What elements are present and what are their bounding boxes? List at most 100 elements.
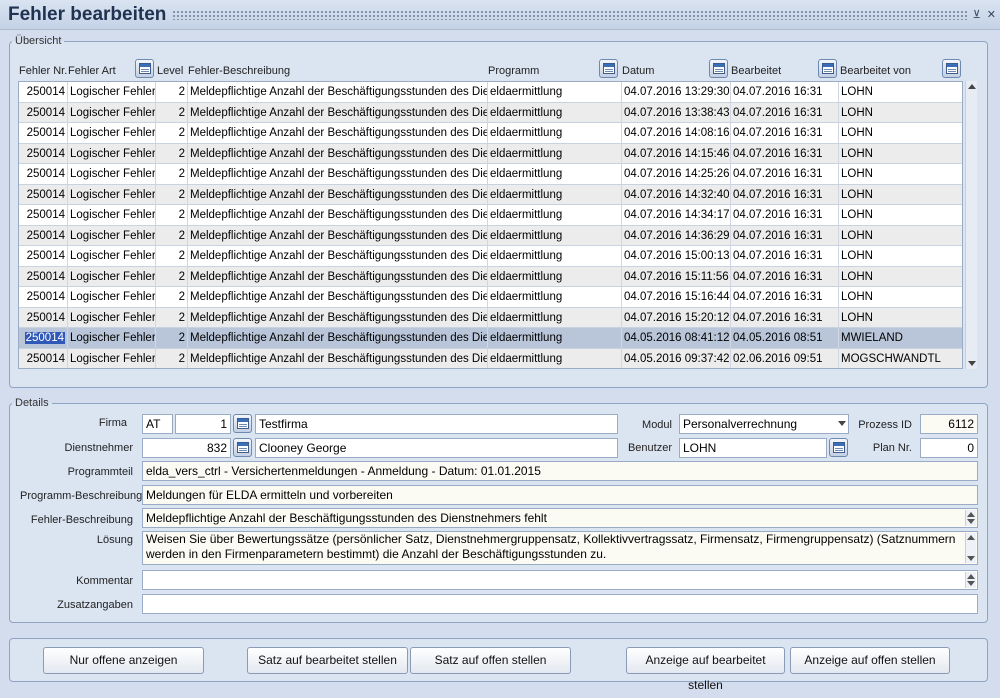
calendar-icon xyxy=(237,442,249,453)
zusatz-field[interactable] xyxy=(142,594,978,614)
title-bar: Fehler bearbeiten ⊻ ✕ xyxy=(0,0,1000,30)
firma-country-field[interactable]: AT xyxy=(142,414,173,434)
col-header-art[interactable]: Fehler Art xyxy=(68,65,116,77)
table-scrollbar[interactable] xyxy=(965,81,977,369)
kommentar-field[interactable] xyxy=(142,570,978,590)
scroll-down-icon[interactable] xyxy=(967,519,975,524)
table-row[interactable]: 250014 Logischer Fehler 2 Meldepflichtige A… xyxy=(19,246,962,267)
firma-lookup-button[interactable] xyxy=(233,414,252,433)
benutzer-lookup-button[interactable] xyxy=(829,438,848,457)
overview-legend: Übersicht xyxy=(15,35,62,47)
filter-datum-button[interactable] xyxy=(709,59,728,78)
cell-art: Logischer Fehler xyxy=(68,82,156,102)
calendar-icon xyxy=(833,442,845,453)
col-header-von[interactable]: Bearbeitet von xyxy=(840,65,911,77)
close-icon[interactable]: ✕ xyxy=(987,9,996,21)
selected-value[interactable]: 250014 xyxy=(24,332,65,344)
scroll-down-icon[interactable] xyxy=(967,581,975,586)
table-row[interactable]: 250014 Logischer Fehler 2 Meldepflichtige A… xyxy=(19,225,962,246)
scroll-up-icon[interactable] xyxy=(967,535,975,540)
scroll-down-icon[interactable] xyxy=(968,361,976,366)
cell-nr: 250014 xyxy=(19,143,68,164)
plan-nr-field[interactable]: 0 xyxy=(920,438,978,458)
kommentar-scroll[interactable] xyxy=(965,572,976,588)
cell-datum: 04.07.2016 15:16:44 xyxy=(622,287,731,307)
cell-von: MWIELAND xyxy=(841,332,903,344)
modul-label: Modul xyxy=(642,419,672,431)
anzeige-offen-button[interactable]: Anzeige auf offen stellen xyxy=(790,647,950,674)
cell-level: 2 xyxy=(156,143,188,164)
satz-offen-button[interactable]: Satz auf offen stellen xyxy=(410,647,571,674)
cell-nr: 250014 xyxy=(19,246,68,266)
scroll-up-icon[interactable] xyxy=(967,574,975,579)
cell-prog: eldaermittlung xyxy=(488,348,622,368)
satz-bearbeitet-button[interactable]: Satz auf bearbeitet stellen xyxy=(247,647,408,674)
table-row[interactable]: 250014 Logischer Fehler 2 Meldepflichtige A… xyxy=(19,205,962,226)
error-table[interactable]: 250014 Logischer Fehler 2 Meldepflichtige A… xyxy=(18,81,963,369)
cell-prog: eldaermittlung xyxy=(488,225,622,246)
cell-level: 2 xyxy=(156,123,188,143)
scroll-up-icon[interactable] xyxy=(968,84,976,89)
cell-art: Logischer Fehler xyxy=(68,348,156,368)
chevron-down-icon[interactable] xyxy=(838,421,846,426)
cell-art: Logischer Fehler xyxy=(68,287,156,307)
cell-von: LOHN xyxy=(841,106,873,119)
cell-level: 2 xyxy=(156,287,188,307)
cell-prog: eldaermittlung xyxy=(488,287,622,307)
cell-nr: 250014 xyxy=(19,82,68,102)
filter-bearbeitet-button[interactable] xyxy=(818,59,837,78)
fehlerdesc-scroll[interactable] xyxy=(965,510,976,526)
filter-von-button[interactable] xyxy=(942,59,961,78)
progdesc-field: Meldungen für ELDA ermitteln und vorbere… xyxy=(142,485,978,505)
scroll-up-icon[interactable] xyxy=(967,512,975,517)
modul-select[interactable]: Personalverrechnung xyxy=(679,414,849,434)
dn-lookup-button[interactable] xyxy=(233,438,252,457)
cell-bearbeitet: 04.07.2016 16:31 xyxy=(731,266,839,287)
cell-bearbeitet: 04.07.2016 16:31 xyxy=(731,123,839,143)
table-row[interactable]: 250014 Logischer Fehler 2 Meldepflichtige A… xyxy=(19,266,962,287)
col-header-bearbeitet[interactable]: Bearbeitet xyxy=(731,65,781,77)
cell-von: LOHN xyxy=(841,270,873,283)
col-header-desc[interactable]: Fehler-Beschreibung xyxy=(188,65,290,77)
benutzer-field[interactable]: LOHN xyxy=(679,438,827,458)
table-row[interactable]: 250014 Logischer Fehler 2 Meldepflichtige A… xyxy=(19,184,962,205)
cell-art: Logischer Fehler xyxy=(68,307,156,328)
loesung-field[interactable]: Weisen Sie über Bewertungssätze (persönl… xyxy=(142,531,978,565)
scroll-down-icon[interactable] xyxy=(967,556,975,561)
dn-nr-field[interactable]: 832 xyxy=(142,438,231,458)
table-row[interactable]: 250014 Logischer Fehler 2 Meldepflichtige A… xyxy=(19,143,962,164)
table-row[interactable]: 250014 Logischer Fehler 2 Meldepflichtige A… xyxy=(19,82,962,103)
cell-von: LOHN xyxy=(841,127,873,139)
table-row[interactable]: 250014 Logischer Fehler 2 Meldepflichtige A… xyxy=(19,123,962,144)
anzeige-bearbeitet-button[interactable]: Anzeige auf bearbeitet stellen xyxy=(626,647,785,692)
col-header-level[interactable]: Level xyxy=(157,65,183,77)
table-row[interactable]: 250014 Logischer Fehler 2 Meldepflichtige A… xyxy=(19,307,962,328)
programmteil-field: elda_vers_ctrl - Versichertenmeldungen -… xyxy=(142,461,978,481)
table-row[interactable]: 250014 Logischer Fehler 2 Meldepflichtige A… xyxy=(19,164,962,185)
table-row[interactable]: 250014 Logischer Fehler 2 Meldepflichtige A… xyxy=(19,348,962,368)
col-header-datum[interactable]: Datum xyxy=(622,65,654,77)
cell-level: 2 xyxy=(156,266,188,287)
col-header-prog[interactable]: Programm xyxy=(488,65,539,77)
cell-nr: 250014 xyxy=(19,328,68,348)
calendar-icon xyxy=(713,63,725,74)
filter-art-button[interactable] xyxy=(135,59,154,78)
cell-bearbeitet: 04.07.2016 16:31 xyxy=(731,184,839,205)
table-row[interactable]: 250014 Logischer Fehler 2 Meldepflichtige A… xyxy=(19,287,962,308)
nur-offene-button[interactable]: Nur offene anzeigen xyxy=(43,647,204,674)
fehlerdesc-field[interactable]: Meldepflichtige Anzahl der Beschäftigung… xyxy=(142,508,978,528)
minimize-icon[interactable]: ⊻ xyxy=(973,9,981,21)
dn-name-field[interactable]: Clooney George xyxy=(255,438,618,458)
loesung-scroll[interactable] xyxy=(965,533,976,563)
col-header-nr[interactable]: Fehler Nr. xyxy=(19,65,67,77)
filter-prog-button[interactable] xyxy=(599,59,618,78)
cell-desc: Meldepflichtige Anzahl der Beschäftigung… xyxy=(188,102,488,123)
cell-desc: Meldepflichtige Anzahl der Beschäftigung… xyxy=(188,205,488,225)
cell-bearbeitet: 04.07.2016 16:31 xyxy=(731,246,839,266)
cell-datum: 04.07.2016 14:34:17 xyxy=(622,205,731,225)
firma-nr-field[interactable]: 1 xyxy=(175,414,231,434)
table-row[interactable]: 250014 Logischer Fehler 2 Meldepflichtige A… xyxy=(19,102,962,123)
firma-name-field[interactable]: Testfirma xyxy=(255,414,618,434)
table-row[interactable]: 250014 Logischer Fehler 2 Meldepflichtige A… xyxy=(19,328,962,349)
cell-von: LOHN xyxy=(841,209,873,221)
